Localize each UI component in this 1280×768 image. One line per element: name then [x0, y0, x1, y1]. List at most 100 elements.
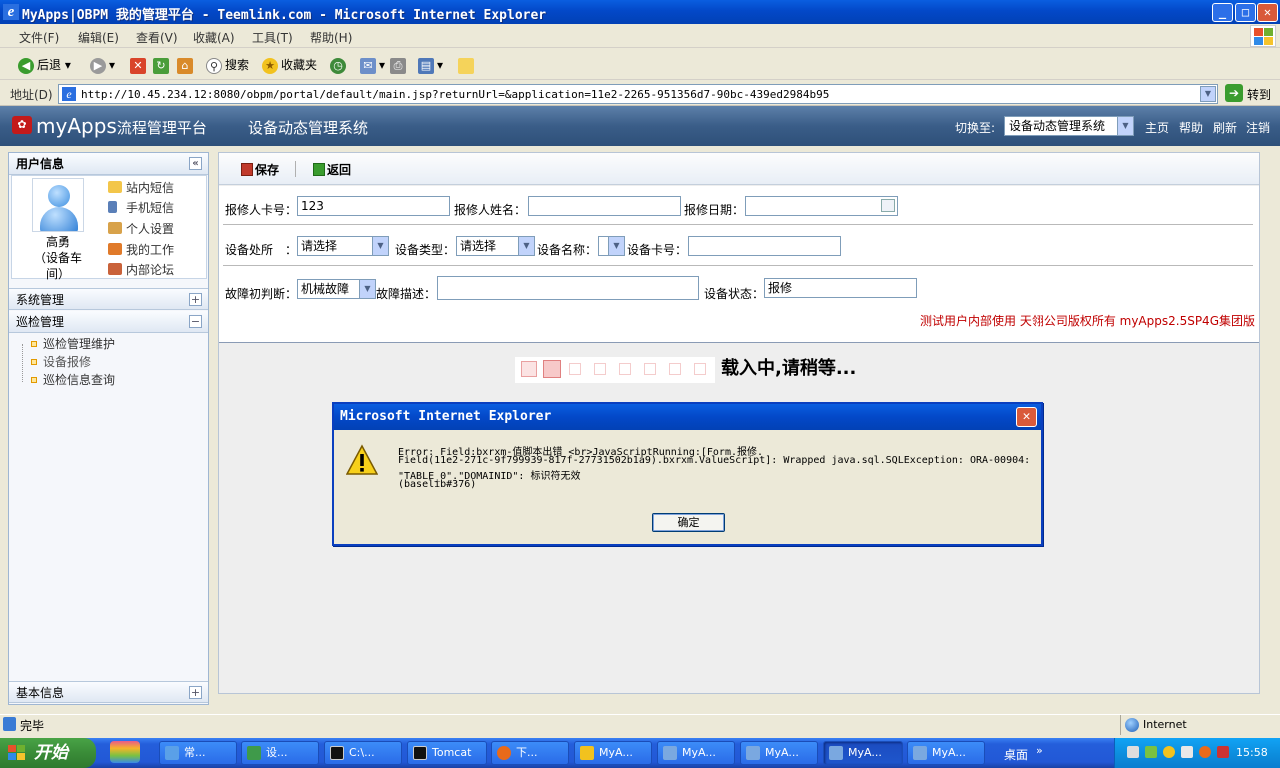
edit-button[interactable]: ▤ ▾ [418, 56, 443, 74]
date-input[interactable] [745, 196, 898, 216]
mail-button[interactable]: ✉ ▾ [360, 56, 385, 74]
save-button[interactable]: 保存 [241, 161, 279, 178]
settings-link[interactable]: 个人设置 [108, 220, 174, 237]
section-system[interactable]: 系统管理 + [9, 288, 208, 310]
address-input[interactable]: e http://10.45.234.12:8080/obpm/portal/d… [58, 84, 1218, 104]
status-input[interactable]: 报修 [764, 278, 917, 298]
maximize-button[interactable]: □ [1235, 3, 1256, 22]
tray-icon[interactable] [1199, 746, 1211, 758]
tray-icon[interactable] [1217, 746, 1229, 758]
inbox-link[interactable]: 站内短信 [108, 179, 174, 196]
home-link[interactable]: 主页 [1145, 119, 1169, 136]
menu-edit[interactable]: 编辑(E) [78, 29, 119, 46]
task-item[interactable]: MyA... [907, 741, 985, 765]
my-work-link[interactable]: 我的工作 [108, 241, 174, 258]
tree-item-maintenance[interactable]: 巡检管理维护 [19, 335, 115, 352]
forum-link[interactable]: 内部论坛 [108, 261, 174, 278]
home-button[interactable]: ⌂ [177, 56, 196, 74]
menu-favorites[interactable]: 收藏(A) [193, 29, 235, 46]
date-label: 报修日期： [684, 203, 745, 217]
search-button[interactable]: ⚲ 搜索 [206, 56, 249, 74]
loading-text: 载入中,请稍等... [721, 358, 857, 379]
task-item[interactable]: 常... [159, 741, 237, 765]
type-select[interactable]: 请选择 ▼ [456, 236, 535, 256]
task-item[interactable]: MyA... [740, 741, 818, 765]
back-button[interactable]: ◀ 后退 ▾ [18, 56, 71, 74]
task-item[interactable]: 设... [241, 741, 319, 765]
equip-name-select[interactable]: ▼ [598, 236, 625, 256]
page-done-icon [3, 717, 16, 731]
envelope-icon [108, 181, 122, 193]
window-title-bar[interactable]: e MyApps|OBPM 我的管理平台 - Teemlink.com - Mi… [0, 0, 1280, 24]
system-switch-select[interactable]: 设备动态管理系统 ▼ [1004, 116, 1134, 136]
expand-icon[interactable]: + [189, 686, 202, 699]
sms-link[interactable]: 手机短信 [108, 199, 174, 216]
chevron-right-icon[interactable]: » [1036, 744, 1043, 757]
loading-square [521, 361, 537, 377]
user-info-header[interactable]: 用户信息 « [9, 153, 208, 175]
tray-icon[interactable] [1145, 746, 1157, 758]
logout-link[interactable]: 注销 [1246, 119, 1270, 136]
name-input[interactable] [528, 196, 681, 216]
section-inspection[interactable]: 巡检管理 − [9, 311, 208, 333]
user-dept-line: （设备车 [33, 251, 82, 265]
search-label: 搜索 [225, 58, 250, 72]
divider [223, 265, 1253, 266]
ok-button[interactable]: 确定 [652, 513, 725, 532]
section-basic[interactable]: 基本信息 + [9, 681, 208, 703]
close-window-button[interactable]: ✕ [1257, 3, 1278, 22]
stop-button[interactable]: ✕ [130, 56, 149, 74]
collapse-section-icon[interactable]: − [189, 315, 202, 328]
tray-icon[interactable] [1163, 746, 1175, 758]
network-icon[interactable] [1181, 746, 1193, 758]
location-label: 设备处所 ： [225, 243, 298, 257]
help-link[interactable]: 帮助 [1179, 119, 1203, 136]
equip-card-input[interactable] [688, 236, 841, 256]
refresh-button[interactable]: ↻ [153, 56, 172, 74]
task-item[interactable]: MyA... [574, 741, 652, 765]
menu-view[interactable]: 查看(V) [136, 29, 178, 46]
fault-desc-input[interactable] [437, 276, 699, 300]
collapse-icon[interactable]: « [189, 157, 202, 170]
section-system-label: 系统管理 [16, 293, 65, 307]
task-item[interactable]: C:\... [324, 741, 402, 765]
menu-tools[interactable]: 工具(T) [252, 29, 293, 46]
sms-label: 手机短信 [126, 201, 175, 215]
discuss-button[interactable] [458, 56, 477, 74]
menu-file[interactable]: 文件(F) [19, 29, 59, 46]
dialog-title-bar[interactable]: Microsoft Internet Explorer ✕ [334, 404, 1041, 430]
go-button[interactable]: 转到 [1247, 86, 1271, 103]
minimize-button[interactable]: _ [1212, 3, 1233, 22]
mail-icon: ✉ [360, 57, 376, 74]
menu-help[interactable]: 帮助(H) [310, 29, 352, 46]
task-item[interactable]: MyA... [657, 741, 735, 765]
location-select[interactable]: 请选择 ▼ [297, 236, 389, 256]
forward-button[interactable]: ▶ ▾ [90, 56, 115, 74]
expand-icon[interactable]: + [189, 293, 202, 306]
dialog-close-button[interactable]: ✕ [1016, 407, 1037, 427]
print-button[interactable]: ⎙ [390, 56, 409, 74]
address-dropdown-icon[interactable]: ▼ [1200, 86, 1216, 102]
card-label: 报修人卡号： [225, 203, 298, 217]
tree-item-query[interactable]: 巡检信息查询 [19, 371, 115, 388]
refresh-icon: ↻ [153, 57, 169, 74]
go-arrow-icon[interactable]: ➔ [1225, 84, 1243, 102]
task-item[interactable]: Tomcat [407, 741, 487, 765]
tree-item-repair[interactable]: 设备报修 [19, 353, 91, 370]
refresh-link[interactable]: 刷新 [1213, 119, 1237, 136]
app-icon [165, 746, 179, 760]
fault-select[interactable]: 机械故障 ▼ [297, 279, 376, 299]
quicklaunch-icon[interactable] [110, 741, 140, 763]
favorites-button[interactable]: ★ 收藏夹 [262, 56, 317, 74]
task-item[interactable]: 下... [491, 741, 569, 765]
back-form-button[interactable]: 返回 [313, 161, 351, 178]
switch-value: 设备动态管理系统 [1009, 119, 1106, 133]
loading-square [619, 363, 631, 375]
desktop-toolbar-label[interactable]: 桌面 [1004, 746, 1028, 763]
calendar-icon[interactable] [881, 199, 895, 212]
keyboard-icon[interactable] [1127, 746, 1139, 758]
task-label: C:\... [349, 746, 375, 759]
card-input[interactable]: 123 [297, 196, 450, 216]
history-button[interactable]: ◷ [330, 56, 349, 74]
task-item-active[interactable]: MyA... [823, 741, 903, 765]
